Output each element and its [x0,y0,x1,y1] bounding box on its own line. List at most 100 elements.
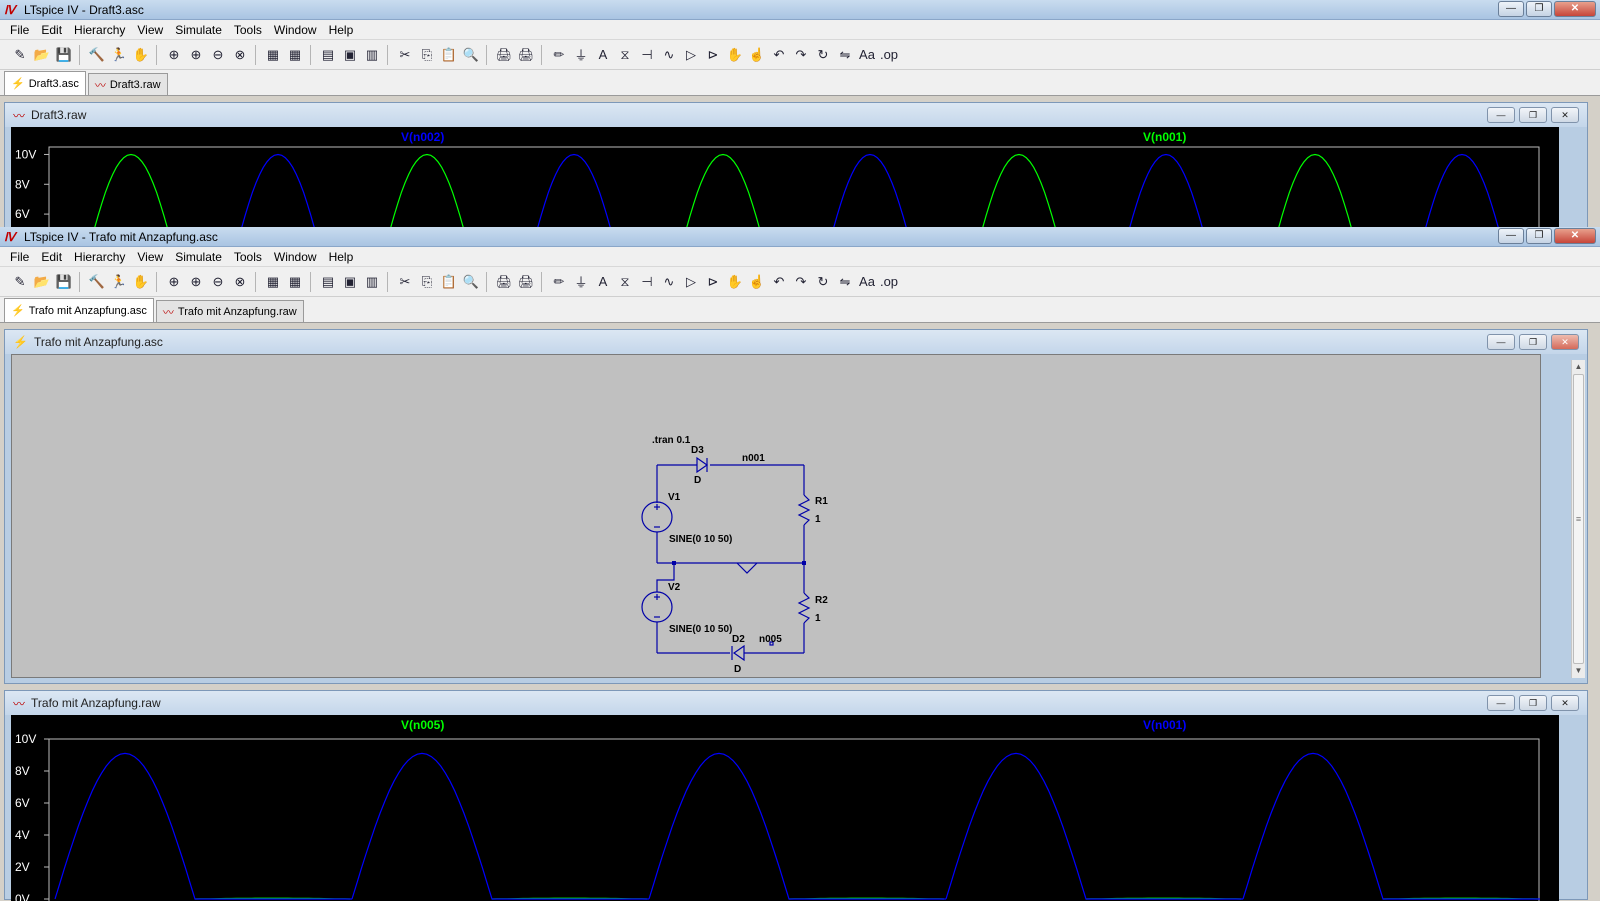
new-schematic-icon[interactable]: ✎ [10,272,30,292]
run-icon[interactable]: 🏃 [109,45,129,65]
tab-draft3-raw[interactable]: 〰 Draft3.raw [87,73,168,95]
rotate-icon[interactable]: ↻ [813,272,833,292]
menu-view[interactable]: View [131,23,169,37]
tab-trafo-raw[interactable]: 〰 Trafo mit Anzapfung.raw [155,300,304,322]
menu-help[interactable]: Help [323,250,360,264]
tile-vertical-icon[interactable]: ▥ [362,45,382,65]
label-net-icon[interactable]: A [593,272,613,292]
menu-window[interactable]: Window [268,23,323,37]
capacitor-icon[interactable]: ⊣ [637,45,657,65]
minimize-button[interactable]: — [1498,228,1524,244]
zoom-cancel-icon[interactable]: ⊗ [230,45,250,65]
mdi-close-button[interactable]: ✕ [1551,695,1579,711]
menu-tools[interactable]: Tools [228,23,268,37]
tile-vertical-icon[interactable]: ▥ [362,272,382,292]
mdi-close-button[interactable]: ✕ [1551,107,1579,123]
save-icon[interactable]: 💾 [54,272,74,292]
zoom-area-icon[interactable]: ⊕ [186,45,206,65]
diode-icon[interactable]: ▷ [681,45,701,65]
halt-icon[interactable]: ✋ [131,272,151,292]
move-icon[interactable]: ✋ [725,272,745,292]
redo-icon[interactable]: ↷ [791,45,811,65]
mdi-maximize-button[interactable]: ❐ [1519,695,1547,711]
cut-icon[interactable]: ✂ [395,272,415,292]
mdi-minimize-button[interactable]: — [1487,334,1515,350]
print-icon[interactable]: 🖨 [516,45,536,65]
text-icon[interactable]: Aa [857,45,877,65]
inductor-icon[interactable]: ∿ [659,272,679,292]
drag-icon[interactable]: ☝ [747,272,767,292]
print-icon[interactable]: 🖨 [516,272,536,292]
mirror-icon[interactable]: ⇋ [835,272,855,292]
zoom-in-icon[interactable]: ⊕ [164,272,184,292]
undo-icon[interactable]: ↶ [769,272,789,292]
mdi-minimize-button[interactable]: — [1487,107,1515,123]
rotate-icon[interactable]: ↻ [813,45,833,65]
menu-view[interactable]: View [131,250,169,264]
capacitor-icon[interactable]: ⊣ [637,272,657,292]
grid-icon[interactable]: ▦ [285,272,305,292]
scroll-thumb[interactable]: ≡ [1573,374,1584,664]
diode-icon[interactable]: ▷ [681,272,701,292]
waveform-plot[interactable]: 10V 8V 6V 4V 2V 0V V(n005) V(n001) [11,715,1559,901]
print-setup-icon[interactable]: 🖨 [494,45,514,65]
find-icon[interactable]: 🔍 [461,45,481,65]
menu-tools[interactable]: Tools [228,250,268,264]
copy-icon[interactable]: ⎘ [417,45,437,65]
scroll-up-icon[interactable]: ▲ [1572,360,1585,374]
zoom-out-icon[interactable]: ⊖ [208,45,228,65]
text-icon[interactable]: Aa [857,272,877,292]
component-icon[interactable]: ⊳ [703,45,723,65]
menu-window[interactable]: Window [268,250,323,264]
find-icon[interactable]: 🔍 [461,272,481,292]
zoom-in-icon[interactable]: ⊕ [164,45,184,65]
menu-help[interactable]: Help [323,23,360,37]
mdi-maximize-button[interactable]: ❐ [1519,107,1547,123]
menu-edit[interactable]: Edit [35,250,68,264]
component-icon[interactable]: ⊳ [703,272,723,292]
spice-directive-icon[interactable]: .op [879,45,899,65]
control-panel-icon[interactable]: 🔨 [87,272,107,292]
menu-file[interactable]: File [4,23,35,37]
ground-icon[interactable]: ⏚ [571,272,591,292]
resistor-icon[interactable]: ⧖ [615,272,635,292]
redo-icon[interactable]: ↷ [791,272,811,292]
tab-draft3-asc[interactable]: ⚡ Draft3.asc [4,71,86,95]
wire-icon[interactable]: ✏ [549,272,569,292]
tab-trafo-asc[interactable]: ⚡ Trafo mit Anzapfung.asc [4,298,154,322]
drag-icon[interactable]: ☝ [747,45,767,65]
zoom-area-icon[interactable]: ⊕ [186,272,206,292]
menu-simulate[interactable]: Simulate [169,23,228,37]
save-icon[interactable]: 💾 [54,45,74,65]
run-icon[interactable]: 🏃 [109,272,129,292]
spice-directive-icon[interactable]: .op [879,272,899,292]
new-schematic-icon[interactable]: ✎ [10,45,30,65]
control-panel-icon[interactable]: 🔨 [87,45,107,65]
label-net-icon[interactable]: A [593,45,613,65]
minimize-button[interactable]: — [1498,1,1524,17]
open-icon[interactable]: 📂 [32,272,52,292]
undo-icon[interactable]: ↶ [769,45,789,65]
menu-file[interactable]: File [4,250,35,264]
ground-icon[interactable]: ⏚ [571,45,591,65]
halt-icon[interactable]: ✋ [131,45,151,65]
zoom-cancel-icon[interactable]: ⊗ [230,272,250,292]
maximize-button[interactable]: ❐ [1526,1,1552,17]
autorange-icon[interactable]: ▦ [263,272,283,292]
maximize-button[interactable]: ❐ [1526,228,1552,244]
menu-edit[interactable]: Edit [35,23,68,37]
tile-horizontal-icon[interactable]: ▤ [318,272,338,292]
paste-icon[interactable]: 📋 [439,45,459,65]
mdi-maximize-button[interactable]: ❐ [1519,334,1547,350]
schematic-canvas[interactable]: .tran 0.1 D3 D n001 V1 SINE(0 10 50) R1 … [11,354,1541,678]
cascade-icon[interactable]: ▣ [340,272,360,292]
resistor-icon[interactable]: ⧖ [615,45,635,65]
close-button[interactable]: ✕ [1554,228,1596,244]
cut-icon[interactable]: ✂ [395,45,415,65]
mdi-minimize-button[interactable]: — [1487,695,1515,711]
grid-icon[interactable]: ▦ [285,45,305,65]
print-setup-icon[interactable]: 🖨 [494,272,514,292]
waveform-plot[interactable]: 10V 8V 6V V(n002) V(n001) [11,127,1559,231]
zoom-out-icon[interactable]: ⊖ [208,272,228,292]
menu-hierarchy[interactable]: Hierarchy [68,250,131,264]
